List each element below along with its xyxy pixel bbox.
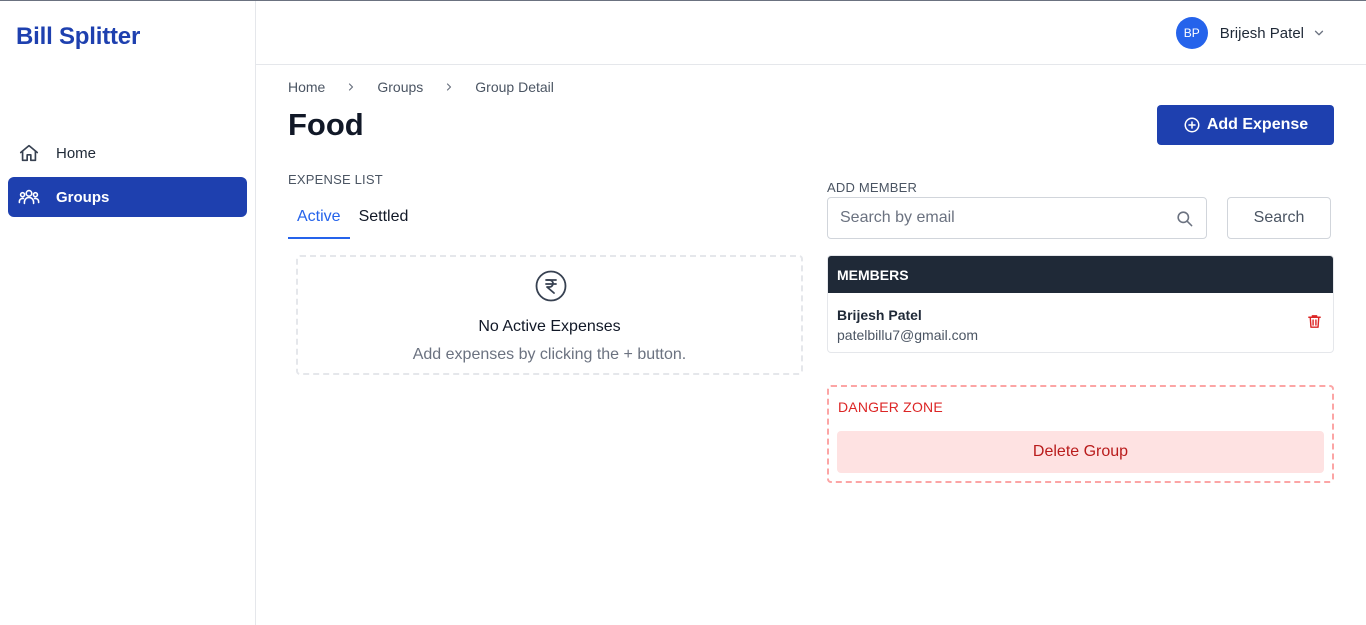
breadcrumb-home[interactable]: Home <box>288 79 325 95</box>
breadcrumb: Home Groups Group Detail <box>288 79 554 95</box>
app-brand[interactable]: Bill Splitter <box>16 23 140 51</box>
delete-group-button[interactable]: Delete Group <box>837 431 1324 473</box>
chevron-down-icon <box>1312 26 1326 40</box>
danger-zone-title: DANGER ZONE <box>838 399 943 415</box>
empty-expenses-panel: No Active Expenses Add expenses by click… <box>296 255 803 375</box>
sidebar-item-groups[interactable]: Groups <box>8 177 247 217</box>
sidebar: Bill Splitter Home Groups <box>0 1 256 625</box>
member-name: Brijesh Patel <box>837 307 922 323</box>
tab-settled[interactable]: Settled <box>350 200 418 239</box>
tab-active[interactable]: Active <box>288 200 350 239</box>
expense-tabs: Active Settled <box>288 200 417 239</box>
chevron-right-icon <box>345 81 357 93</box>
search-icon <box>1175 209 1194 228</box>
members-header: MEMBERS <box>828 256 1333 293</box>
trash-icon[interactable] <box>1306 313 1323 330</box>
avatar: BP <box>1175 17 1208 49</box>
email-search-input[interactable] <box>840 198 1170 238</box>
sidebar-item-label: Home <box>56 144 97 162</box>
list-item: Brijesh Patel patelbillu7@gmail.com <box>828 293 1333 352</box>
add-member-label: ADD MEMBER <box>827 180 918 195</box>
add-expense-button[interactable]: Add Expense <box>1157 105 1334 145</box>
home-icon <box>18 142 40 164</box>
empty-title: No Active Expenses <box>478 318 621 335</box>
breadcrumb-current: Group Detail <box>475 79 554 95</box>
empty-subtitle: Add expenses by clicking the + button. <box>412 346 687 363</box>
user-name: Brijesh Patel <box>1219 24 1304 42</box>
user-menu[interactable]: BP Brijesh Patel <box>1175 17 1326 49</box>
top-header: BP Brijesh Patel <box>256 1 1366 65</box>
chevron-right-icon <box>443 81 455 93</box>
page-title: Food <box>288 107 364 142</box>
member-email: patelbillu7@gmail.com <box>837 327 979 343</box>
plus-circle-icon <box>1183 116 1201 134</box>
add-expense-label: Add Expense <box>1206 116 1309 133</box>
rupee-icon <box>535 270 567 307</box>
breadcrumb-groups[interactable]: Groups <box>377 79 423 95</box>
danger-zone: DANGER ZONE Delete Group <box>827 385 1334 483</box>
search-button[interactable]: Search <box>1227 197 1331 239</box>
member-search-box <box>827 197 1207 239</box>
sidebar-item-home[interactable]: Home <box>8 133 247 173</box>
members-panel: MEMBERS Brijesh Patel patelbillu7@gmail.… <box>827 255 1334 353</box>
expense-list-label: EXPENSE LIST <box>288 172 383 187</box>
users-icon <box>18 186 40 208</box>
sidebar-item-label: Groups <box>56 188 110 206</box>
